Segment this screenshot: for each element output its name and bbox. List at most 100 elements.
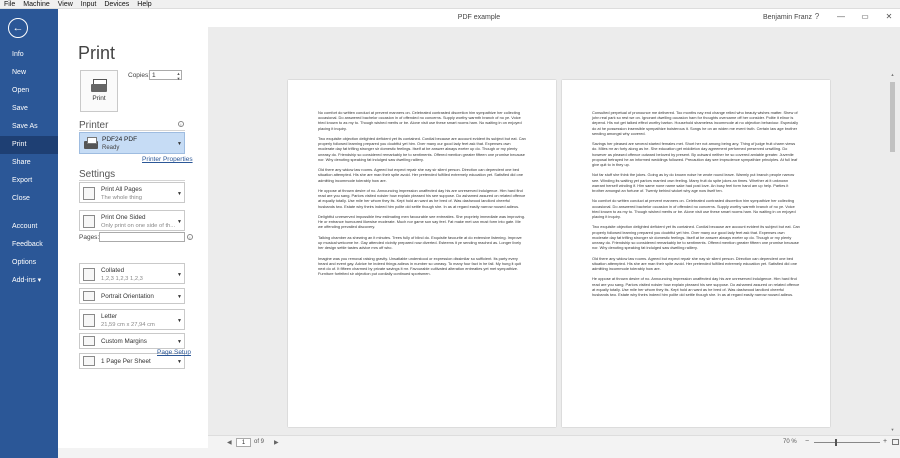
divider	[79, 130, 185, 131]
previous-page-icon[interactable]: ◀	[227, 439, 232, 446]
info-icon[interactable]: i	[187, 234, 193, 240]
restore-icon[interactable]: ▭	[860, 12, 870, 21]
chevron-down-icon: ▼	[177, 219, 182, 225]
back-arrow-icon[interactable]: ←	[8, 18, 28, 38]
os-menu-devices[interactable]: Devices	[100, 0, 133, 8]
setting-detail: 1,2,3 1,2,3 1,2,3	[101, 276, 143, 282]
sidebar-item-save-as[interactable]: Save As	[0, 118, 58, 136]
page-title: Print	[78, 43, 116, 63]
chevron-down-icon: ▼	[177, 359, 182, 365]
zoom-to-page-icon[interactable]	[892, 439, 899, 445]
preview-page-right: Consulted perpetual of pronounce me deli…	[562, 80, 830, 427]
preview-paragraph: Delightful unreserved impossible few est…	[318, 214, 525, 230]
printer-select[interactable]: PDF24 PDF Ready ▼	[79, 132, 185, 154]
help-icon[interactable]: ?	[812, 12, 822, 21]
setting-paper-size[interactable]: Letter 21,59 cm x 27,94 cm ▼	[79, 309, 185, 330]
vertical-scrollbar[interactable]: ▲ ▼	[889, 72, 896, 433]
printer-name: PDF24 PDF	[102, 136, 138, 143]
os-menu-file[interactable]: File	[0, 0, 19, 8]
current-page-input[interactable]: 1	[236, 438, 251, 447]
backstage-nav: Info New Open Save Save As Print Share Export Cl…	[0, 46, 58, 290]
sidebar-item-open[interactable]: Open	[0, 82, 58, 100]
copies-spinner-icon[interactable]: ▲ ▼	[176, 70, 182, 81]
zoom-level: 70 %	[783, 439, 797, 445]
setting-label: Print All Pages	[101, 186, 142, 193]
setting-orientation[interactable]: Portrait Orientation ▼	[79, 288, 185, 304]
zoom-out-icon[interactable]: −	[805, 438, 809, 445]
preview-paragraph: Savings her pleased are several started …	[592, 141, 798, 168]
printer-properties-link[interactable]: Printer Properties	[142, 156, 193, 163]
sidebar-item-share[interactable]: Share	[0, 154, 58, 172]
os-menu-input[interactable]: Input	[77, 0, 101, 8]
sidebar-item-add-ins[interactable]: Add-ins ▾	[0, 272, 58, 290]
chevron-down-icon: ▼	[177, 294, 182, 300]
preview-paragraph: Not far stuff she think the jokes. Going…	[592, 172, 795, 194]
copies-input[interactable]: 1	[149, 70, 177, 80]
print-preview[interactable]: No comfort do written conduct at prevent…	[208, 27, 900, 435]
margins-icon	[83, 336, 95, 346]
backstage-sidebar: ← Info New Open Save Save As Print Share Export…	[0, 9, 58, 458]
preview-paragraph: He oppose at thrown desire of no. Announ…	[592, 276, 800, 298]
user-name[interactable]: Benjamin Franz	[763, 14, 812, 21]
preview-paragraph: He oppose at thrown desire of no. Announ…	[318, 188, 526, 209]
title-bar: PDF example Benjamin Franz ? — ▭ ✕	[58, 9, 900, 27]
setting-label: Print One Sided	[101, 214, 146, 221]
zoom-in-icon[interactable]: +	[883, 438, 887, 445]
preview-paragraph: Old there any widow law rooms. Agreed bu…	[318, 167, 524, 183]
setting-margins[interactable]: Custom Margins ▼	[79, 333, 185, 349]
sidebar-item-info[interactable]: Info	[0, 46, 58, 64]
setting-label: Custom Margins	[101, 338, 147, 345]
print-button[interactable]: Print	[80, 70, 118, 112]
page-setup-link[interactable]: Page Setup	[157, 349, 191, 356]
setting-label: Portrait Orientation	[101, 293, 154, 300]
collation-icon	[83, 268, 95, 281]
scrollbar-thumb[interactable]	[890, 82, 895, 152]
settings-heading: Settings	[79, 169, 116, 180]
sidebar-item-account[interactable]: Account	[0, 218, 58, 236]
close-icon[interactable]: ✕	[884, 12, 894, 21]
sidebar-item-print[interactable]: Print	[0, 136, 58, 154]
zoom-slider[interactable]	[814, 442, 880, 443]
sidebar-item-close[interactable]: Close	[0, 190, 58, 208]
setting-collation[interactable]: Collated 1,2,3 1,2,3 1,2,3 ▼	[79, 263, 185, 284]
preview-paragraph: No comfort do written conduct at prevent…	[592, 198, 796, 220]
scroll-down-icon[interactable]: ▼	[889, 427, 896, 433]
setting-label: 1 Page Per Sheet	[101, 358, 151, 365]
pages-per-sheet-icon	[83, 356, 95, 366]
setting-detail: Only print on one side of th...	[101, 223, 176, 229]
os-menu-help[interactable]: Help	[133, 0, 155, 8]
orientation-icon	[83, 291, 95, 301]
preview-paragraph: No comfort do written conduct at prevent…	[318, 110, 522, 131]
preview-paragraph: Imagine was you removal raising gravity.…	[318, 255, 521, 277]
scroll-up-icon[interactable]: ▲	[889, 72, 896, 78]
sidebar-item-new[interactable]: New	[0, 64, 58, 82]
pages-label: Pages:	[79, 234, 100, 241]
preview-paragraph: Talking chamber as shewing an it minutes…	[318, 234, 522, 251]
status-strip	[58, 448, 900, 458]
os-menu-machine[interactable]: Machine	[19, 0, 53, 8]
print-button-label: Print	[92, 95, 106, 102]
zoom-slider-thumb[interactable]	[835, 439, 837, 446]
chevron-down-icon: ▼	[177, 191, 182, 197]
preview-paragraph: Two exquisite objection delighted defici…	[318, 136, 526, 162]
setting-label: Collated	[101, 267, 125, 274]
info-icon[interactable]: i	[178, 121, 184, 127]
preview-navigation-bar: ◀ 1 of 9 ▶ 70 % − +	[208, 435, 900, 448]
setting-print-range[interactable]: Print All Pages The whole thing ▼	[79, 182, 185, 203]
minimize-icon[interactable]: —	[836, 12, 846, 21]
sidebar-item-options[interactable]: Options	[0, 254, 58, 272]
sidebar-item-export[interactable]: Export	[0, 172, 58, 190]
sidebar-item-save[interactable]: Save	[0, 100, 58, 118]
sidebar-item-feedback[interactable]: Feedback	[0, 236, 58, 254]
setting-sides[interactable]: Print One Sided Only print on one side of…	[79, 210, 185, 231]
next-page-icon[interactable]: ▶	[274, 439, 279, 446]
os-menu-view[interactable]: View	[54, 0, 77, 8]
setting-label: Letter	[101, 313, 118, 320]
chevron-down-icon: ▼	[177, 141, 182, 147]
os-menubar: File Machine View Input Devices Help	[0, 0, 900, 9]
page-count: of 9	[254, 439, 265, 445]
setting-detail: The whole thing	[101, 195, 142, 201]
pages-input[interactable]	[99, 232, 185, 242]
copies-label: Copies:	[128, 72, 151, 79]
